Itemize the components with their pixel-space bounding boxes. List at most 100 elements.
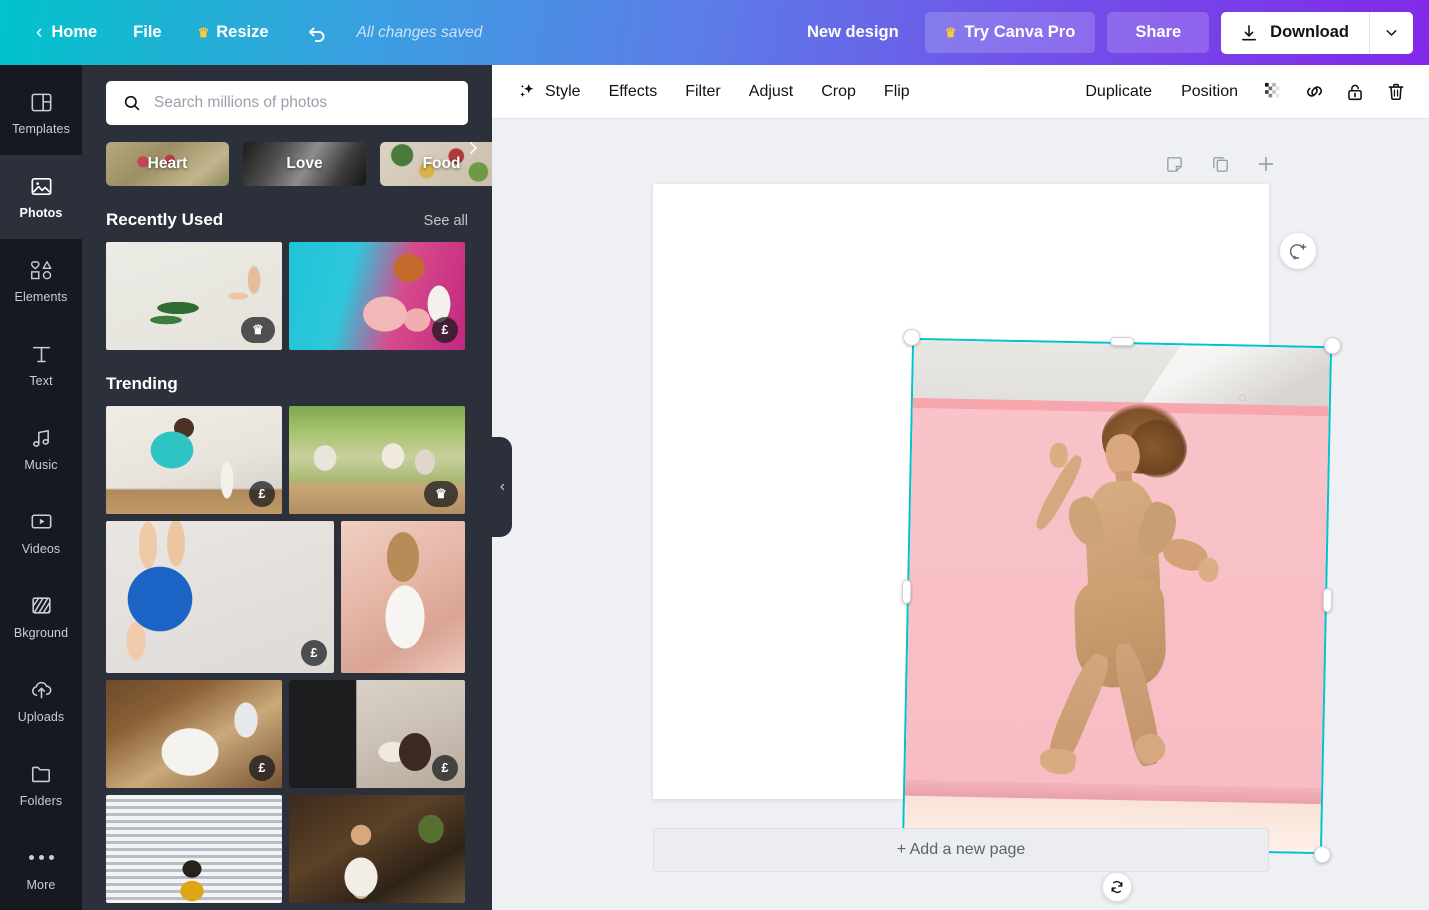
photo-thumbnail[interactable]: £ xyxy=(289,680,465,788)
dancing-woman-photo[interactable] xyxy=(901,337,1333,855)
sidebar-item-label: Music xyxy=(24,458,58,473)
rotate-handle[interactable] xyxy=(1102,872,1132,902)
lock-button[interactable] xyxy=(1336,73,1374,111)
sidebar-item-photos[interactable]: Photos xyxy=(0,154,82,239)
add-comment-button[interactable] xyxy=(1280,233,1316,269)
resize-handle-right[interactable] xyxy=(1322,588,1333,613)
photo-thumbnail[interactable]: ♛ xyxy=(106,242,282,350)
chip-label: Love xyxy=(286,155,323,172)
resize-handle-top-right[interactable] xyxy=(1323,337,1342,355)
chevron-down-icon xyxy=(1386,30,1397,36)
design-page[interactable] xyxy=(653,184,1342,902)
sidebar-item-music[interactable]: Music xyxy=(0,407,82,491)
elements-icon xyxy=(28,257,55,283)
chips-next-button[interactable] xyxy=(460,135,486,161)
photos-icon xyxy=(29,173,54,199)
sidebar-item-uploads[interactable]: Uploads xyxy=(0,658,82,742)
photo-thumbnail[interactable]: £ xyxy=(289,242,465,350)
selection-rotation-group xyxy=(892,328,1342,864)
flip-button[interactable]: Flip xyxy=(871,75,923,109)
chip-label: Food xyxy=(422,155,461,172)
add-page-icon xyxy=(1258,156,1274,172)
crown-icon: ♛ xyxy=(944,25,957,40)
price-badge: £ xyxy=(301,640,327,666)
trash-icon xyxy=(1388,83,1404,100)
context-toolbar-right: Duplicate Position xyxy=(1072,73,1429,111)
new-design-button[interactable]: New design xyxy=(793,15,913,50)
selected-image-wrapper xyxy=(892,328,1342,902)
search-input[interactable] xyxy=(154,94,452,112)
effects-button[interactable]: Effects xyxy=(596,75,671,109)
sidebar-item-text[interactable]: Text xyxy=(0,323,82,407)
download-button[interactable]: Download xyxy=(1221,12,1369,54)
context-toolbar: Style Effects Filter Adjust Crop Flip Du… xyxy=(492,65,1429,119)
sidebar-item-folders[interactable]: Folders xyxy=(0,742,82,826)
crop-button[interactable]: Crop xyxy=(808,75,869,109)
link-button[interactable] xyxy=(1295,73,1333,111)
figure-left-foot xyxy=(1037,746,1077,776)
unlock-icon xyxy=(1348,84,1362,100)
download-options-button[interactable] xyxy=(1369,11,1413,54)
undo-button[interactable] xyxy=(293,13,341,53)
thumbnail-art-detail xyxy=(341,521,465,673)
photo-thumbnail[interactable]: ♛ xyxy=(289,406,465,514)
context-toolbar-left: Style Effects Filter Adjust Crop Flip xyxy=(492,73,923,110)
transparency-button[interactable] xyxy=(1254,73,1292,111)
sidebar-item-videos[interactable]: Videos xyxy=(0,491,82,575)
download-button-group: Download xyxy=(1221,11,1413,54)
home-button[interactable]: ‹ Home xyxy=(18,15,115,50)
see-all-link[interactable]: See all xyxy=(424,213,468,229)
duplicate-button[interactable]: Duplicate xyxy=(1072,75,1165,109)
photo-thumbnail[interactable] xyxy=(289,795,465,903)
undo-arrow-icon xyxy=(308,27,324,42)
photo-thumbnail[interactable] xyxy=(341,521,465,673)
collapse-panel-button[interactable] xyxy=(492,437,512,537)
category-chip-love[interactable]: Love xyxy=(243,142,366,186)
try-canva-pro-button[interactable]: ♛ Try Canva Pro xyxy=(924,12,1096,53)
sidebar-item-templates[interactable]: Templates xyxy=(0,71,82,155)
sidebar-item-background[interactable]: Bkground xyxy=(0,574,82,658)
page-tools xyxy=(1161,151,1279,177)
top-bar-right-group: New design ♛ Try Canva Pro Share Downloa… xyxy=(793,11,1429,54)
sidebar-item-elements[interactable]: Elements xyxy=(0,239,82,323)
resize-handle-top[interactable] xyxy=(1110,336,1135,347)
search-box[interactable] xyxy=(106,81,468,125)
adjust-button[interactable]: Adjust xyxy=(736,75,806,109)
photo-thumbnail[interactable]: £ xyxy=(106,521,334,673)
price-badge: £ xyxy=(249,481,275,507)
resize-handle-bottom-right[interactable] xyxy=(1313,846,1332,864)
add-new-page-button[interactable]: + Add a new page xyxy=(653,828,1269,872)
photo-thumbnail[interactable]: £ xyxy=(106,680,282,788)
sidebar-item-label: More xyxy=(26,877,56,892)
canva-editor: ‹ Home File ♛ Resize All changes saved N… xyxy=(0,0,1429,910)
chip-label: Heart xyxy=(147,155,188,172)
photo-thumbnail[interactable]: £ xyxy=(106,406,282,514)
section-title: Trending xyxy=(106,374,178,393)
thumbnail-art-detail xyxy=(106,795,282,903)
photo-figure xyxy=(1005,392,1238,810)
resize-label: Resize xyxy=(216,23,269,41)
music-icon xyxy=(29,425,54,451)
add-page-button[interactable] xyxy=(1253,151,1279,177)
style-button[interactable]: Style xyxy=(504,73,594,110)
resize-handle-left[interactable] xyxy=(901,579,912,604)
position-button[interactable]: Position xyxy=(1168,75,1251,109)
sidebar-item-more[interactable]: More xyxy=(0,826,82,910)
download-arrow-icon xyxy=(1242,24,1257,40)
resize-button[interactable]: ♛ Resize xyxy=(180,15,287,50)
category-chip-heart[interactable]: Heart xyxy=(106,142,229,186)
share-button[interactable]: Share xyxy=(1107,12,1210,53)
home-label: Home xyxy=(51,23,98,41)
chevron-right-icon xyxy=(469,141,477,155)
photo-thumbnail[interactable] xyxy=(106,795,282,903)
figure-right-hand xyxy=(1197,557,1219,583)
recently-used-grid: ♛ £ xyxy=(82,242,492,350)
delete-button[interactable] xyxy=(1377,73,1415,111)
notes-button[interactable] xyxy=(1161,151,1187,177)
file-menu-button[interactable]: File xyxy=(115,15,179,50)
more-dots-icon xyxy=(28,845,54,871)
transparency-icon xyxy=(1264,83,1279,98)
pro-crown-badge: ♛ xyxy=(241,317,275,343)
filter-button[interactable]: Filter xyxy=(672,75,734,109)
duplicate-page-button[interactable] xyxy=(1207,151,1233,177)
